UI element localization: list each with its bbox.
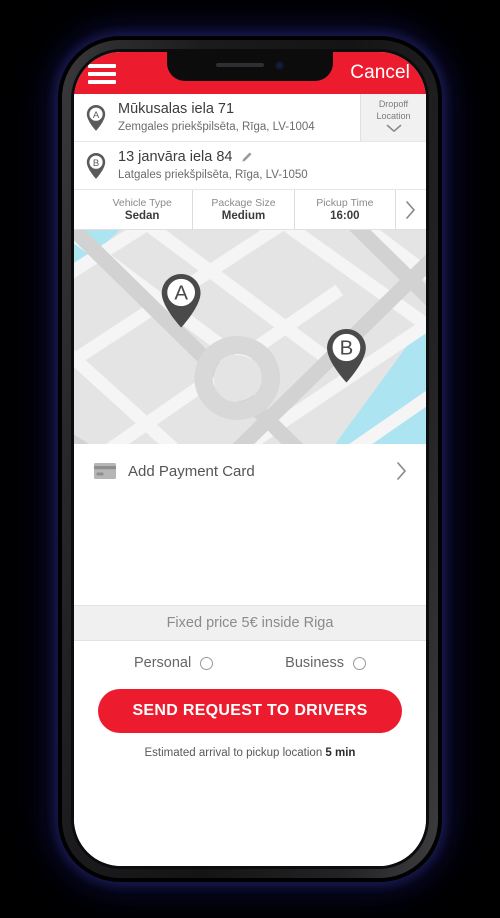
eta-value: 5 min <box>325 747 356 759</box>
bottom-fill <box>74 759 426 866</box>
earpiece-speaker-icon <box>216 63 264 67</box>
option-package-size-label: Package Size <box>211 197 276 209</box>
option-pickup-time-value: 16:00 <box>330 210 360 222</box>
svg-text:A: A <box>174 283 188 305</box>
dropoff-pin-icon: B <box>74 152 118 180</box>
dropoff-address-subtitle: Latgales priekšpilsēta, Rīga, LV-1050 <box>118 168 308 181</box>
phone-notch <box>167 52 333 81</box>
dropoff-location-toggle[interactable]: Dropoff Location <box>360 94 426 141</box>
hamburger-menu-icon[interactable] <box>88 62 116 84</box>
account-type-personal[interactable]: Personal <box>133 655 214 671</box>
dropoff-address-title: 13 janvāra iela 84 <box>118 148 233 165</box>
account-type-selector: Personal Business <box>74 641 426 685</box>
eta-prefix: Estimated arrival to pickup location <box>144 747 323 759</box>
phone-screen: Cancel A Mūkusalas iela 71 Zemgales prie… <box>74 52 426 866</box>
eta-text: Estimated arrival to pickup location 5 m… <box>74 733 426 759</box>
account-type-personal-radio[interactable] <box>200 656 214 670</box>
account-type-business-radio[interactable] <box>353 656 366 670</box>
dropoff-toggle-line1: Dropoff <box>378 99 409 110</box>
screenshot-canvas: Cancel A Mūkusalas iela 71 Zemgales prie… <box>0 0 500 918</box>
option-vehicle-type-label: Vehicle Type <box>112 197 172 209</box>
cta-container: SEND REQUEST TO DRIVERS <box>74 685 426 733</box>
svg-text:B: B <box>340 338 354 360</box>
option-package-size[interactable]: Package Size Medium <box>193 190 295 229</box>
pickup-address-title: Mūkusalas iela 71 <box>118 100 235 117</box>
front-camera-icon <box>275 60 284 70</box>
map-graphic: A B <box>74 230 426 444</box>
option-pickup-time[interactable]: Pickup Time 16:00 <box>295 190 396 229</box>
pickup-address-text: Mūkusalas iela 71 Zemgales priekšpilsēta… <box>118 95 360 141</box>
content-spacer <box>74 498 426 605</box>
map-view[interactable]: A B <box>74 230 426 444</box>
account-type-personal-label: Personal <box>133 655 192 671</box>
option-vehicle-type-value: Sedan <box>124 210 160 222</box>
pickup-address-row[interactable]: A Mūkusalas iela 71 Zemgales priekšpilsē… <box>74 94 426 142</box>
address-section: A Mūkusalas iela 71 Zemgales priekšpilsē… <box>74 94 426 190</box>
svg-text:A: A <box>93 110 100 121</box>
pencil-icon[interactable] <box>240 150 254 164</box>
add-payment-card-row[interactable]: Add Payment Card <box>74 444 426 498</box>
cancel-button[interactable]: Cancel <box>350 62 410 84</box>
phone-bezel: Cancel A Mūkusalas iela 71 Zemgales prie… <box>71 49 429 869</box>
option-vehicle-type[interactable]: Vehicle Type Sedan <box>92 190 194 229</box>
add-payment-card-label: Add Payment Card <box>128 462 255 480</box>
chevron-down-icon <box>386 124 402 135</box>
chevron-right-icon[interactable] <box>396 190 426 229</box>
svg-text:B: B <box>93 158 99 169</box>
option-package-size-value: Medium <box>221 210 266 222</box>
pickup-address-subtitle: Zemgales priekšpilsēta, Rīga, LV-1004 <box>118 120 315 133</box>
phone-device-frame: Cancel A Mūkusalas iela 71 Zemgales prie… <box>62 40 438 878</box>
pickup-pin-icon: A <box>74 104 118 132</box>
dropoff-address-title-wrap: 13 janvāra iela 84 <box>118 148 426 166</box>
chevron-right-icon[interactable] <box>396 461 408 481</box>
dropoff-toggle-line2: Location <box>376 110 411 121</box>
dropoff-address-row[interactable]: B 13 janvāra iela 84 Latgales priekšpils… <box>74 142 426 190</box>
fixed-price-banner: Fixed price 5€ inside Riga <box>74 605 426 641</box>
trip-options-bar[interactable]: Vehicle Type Sedan Package Size Medium P… <box>74 190 426 230</box>
option-pickup-time-label: Pickup Time <box>316 197 374 209</box>
account-type-business-label: Business <box>285 655 344 671</box>
dropoff-address-text: 13 janvāra iela 84 Latgales priekšpilsēt… <box>118 143 426 189</box>
send-request-to-drivers-button[interactable]: SEND REQUEST TO DRIVERS <box>98 689 402 733</box>
account-type-business[interactable]: Business <box>285 655 366 671</box>
credit-card-icon <box>94 463 128 479</box>
